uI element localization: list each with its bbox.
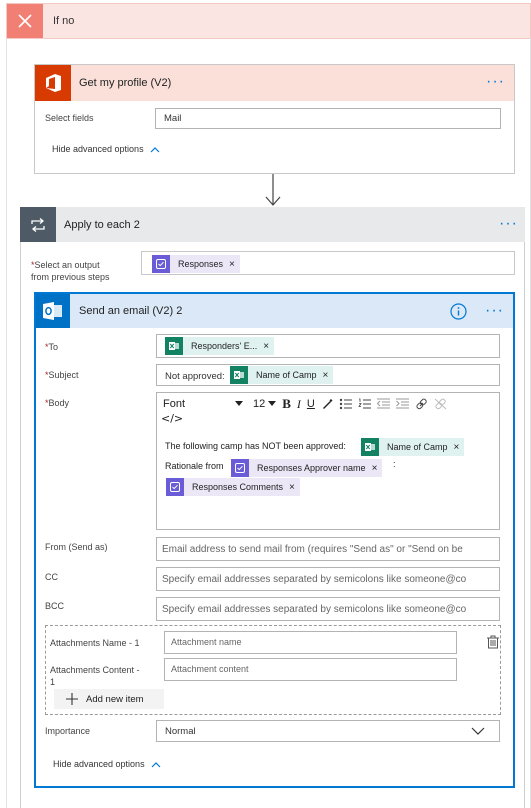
code-view-button[interactable]: </> (161, 412, 183, 425)
subject-label: *Subject (45, 370, 79, 380)
importance-select[interactable]: Normal (156, 720, 500, 742)
remove-token-icon[interactable]: × (452, 442, 465, 453)
rich-text-toolbar: Font 12 B I U (163, 396, 453, 412)
cc-input[interactable]: Specify email addresses separated by sem… (156, 567, 500, 591)
delete-icon[interactable] (486, 635, 500, 649)
bullet-list-icon[interactable] (339, 398, 352, 410)
excel-icon (230, 366, 248, 384)
more-options-icon[interactable]: ··· (485, 303, 504, 319)
increase-indent-icon[interactable] (395, 398, 409, 410)
get-my-profile-header[interactable]: Get my profile (V2) ··· (35, 65, 514, 101)
token-responses[interactable]: Responses × (152, 255, 240, 273)
if-no-header[interactable]: If no (6, 3, 531, 39)
body-editor[interactable]: Font 12 B I U </> The following camp has… (156, 392, 500, 530)
chevron-up-icon (150, 146, 160, 152)
body-label: *Body (45, 398, 70, 408)
forms-icon (231, 459, 249, 477)
numbered-list-icon[interactable] (358, 398, 371, 410)
font-size-select[interactable]: 12 (253, 398, 277, 410)
forms-icon (166, 478, 184, 496)
body-colon: : (393, 459, 396, 469)
subject-input[interactable]: Not approved: Name of Camp × (156, 364, 500, 386)
to-input[interactable]: Responders' E... × (156, 334, 500, 358)
forms-icon (152, 255, 170, 273)
attachments-name-input[interactable]: Attachment name (164, 631, 457, 654)
italic-button[interactable]: I (297, 397, 301, 412)
get-my-profile-card: Get my profile (V2) ··· Select fields Ma… (34, 64, 515, 174)
remove-token-icon[interactable]: × (370, 463, 383, 474)
body-text-line2: Rationale from (165, 461, 224, 471)
outlook-icon (36, 294, 70, 328)
cc-label: CC (45, 572, 58, 582)
apply-to-each-title: Apply to each 2 (64, 219, 140, 231)
select-fields-label: Select fields (45, 113, 94, 123)
send-email-title: Send an email (V2) 2 (79, 305, 183, 317)
hide-advanced-options-link[interactable]: Hide advanced options (53, 759, 161, 769)
caret-down-icon (268, 401, 277, 406)
link-icon[interactable] (415, 398, 428, 410)
token-responders-email[interactable]: Responders' E... × (165, 337, 275, 355)
body-text-line1: The following camp has NOT been approved… (165, 441, 346, 451)
importance-label: Importance (45, 726, 91, 736)
bold-button[interactable]: B (282, 396, 291, 412)
chevron-down-icon (471, 727, 485, 735)
font-select[interactable]: Font (163, 398, 243, 410)
loop-icon (20, 207, 56, 242)
send-email-header[interactable]: Send an email (V2) 2 ··· (36, 294, 513, 328)
more-options-icon[interactable]: ··· (499, 216, 518, 232)
plus-icon (66, 693, 78, 705)
from-label: From (Send as) (45, 542, 108, 552)
excel-icon (165, 337, 183, 355)
highlight-pen-icon[interactable] (321, 398, 333, 410)
remove-token-icon[interactable]: × (227, 259, 240, 270)
token-name-of-camp-body[interactable]: Name of Camp × (361, 438, 465, 456)
more-options-icon[interactable]: ··· (486, 74, 505, 90)
attachments-content-label: Attachments Content - 1 (50, 665, 140, 687)
remove-token-icon[interactable]: × (321, 370, 334, 381)
apply-to-each-header[interactable]: Apply to each 2 ··· (20, 207, 525, 242)
close-icon (7, 4, 43, 38)
info-icon[interactable] (450, 303, 467, 320)
underline-button[interactable]: U (307, 398, 315, 410)
select-output-input[interactable]: Responses × (141, 251, 515, 275)
token-name-of-camp[interactable]: Name of Camp × (230, 366, 334, 384)
attachments-content-input[interactable]: Attachment content (164, 658, 457, 681)
to-label: *To (45, 342, 59, 352)
caret-down-icon (235, 401, 243, 406)
unlink-icon[interactable] (434, 398, 447, 410)
chevron-up-icon (151, 761, 161, 767)
attachments-name-label: Attachments Name - 1 (50, 638, 140, 648)
remove-token-icon[interactable]: × (287, 482, 300, 493)
bcc-label: BCC (45, 601, 65, 611)
token-responses-comments[interactable]: Responses Comments × (166, 478, 300, 496)
select-output-label: *Select an output from previous steps (31, 260, 110, 282)
select-fields-input[interactable]: Mail (155, 108, 501, 129)
remove-token-icon[interactable]: × (261, 341, 274, 352)
office-logo-icon (35, 65, 71, 101)
decrease-indent-icon[interactable] (376, 398, 390, 410)
from-input[interactable]: Email address to send mail from (require… (156, 537, 500, 561)
token-responses-approver-name[interactable]: Responses Approver name × (231, 459, 383, 477)
bcc-input[interactable]: Specify email addresses separated by sem… (156, 597, 500, 621)
excel-icon (361, 438, 379, 456)
if-no-title: If no (53, 15, 75, 27)
hide-advanced-options-link[interactable]: Hide advanced options (52, 144, 160, 154)
get-my-profile-title: Get my profile (V2) (79, 77, 172, 89)
connector-arrow-icon (265, 174, 281, 206)
add-new-item-button[interactable]: Add new item (54, 689, 164, 709)
